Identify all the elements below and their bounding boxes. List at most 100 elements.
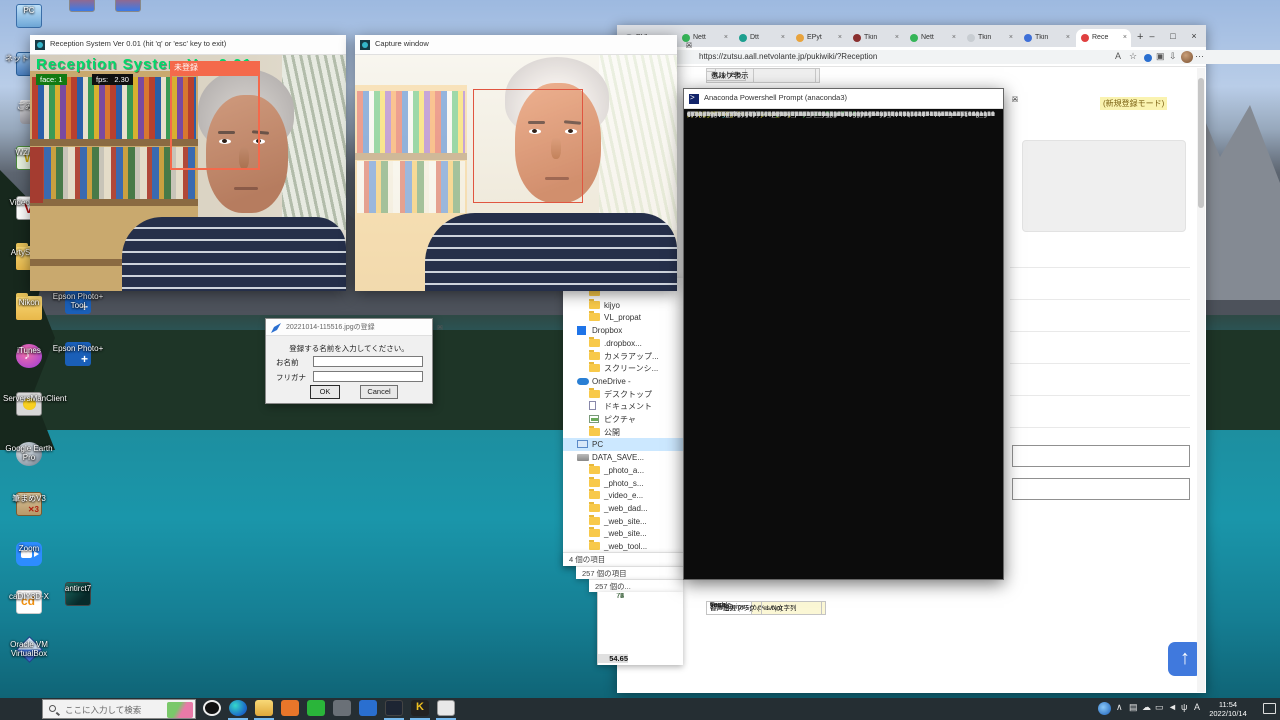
browser-tab-EPyt[interactable]: EPyt× — [791, 29, 846, 47]
browser-minimize-button[interactable]: – — [1142, 25, 1162, 47]
weather-widget-icon[interactable] — [167, 702, 193, 718]
tree-item-VL_propat[interactable]: VL_propat — [563, 311, 683, 324]
tray-edge-icon[interactable] — [1098, 702, 1111, 715]
action-center-icon[interactable] — [1263, 703, 1276, 714]
win-icon — [115, 0, 141, 12]
tree-item-ピクチャ[interactable]: ピクチャ — [563, 413, 683, 426]
form-input[interactable] — [1012, 445, 1190, 467]
tree-item-_photo_s...[interactable]: _photo_s... — [563, 477, 683, 490]
read-aloud-icon[interactable]: A — [1115, 51, 1121, 61]
browser-close-button[interactable]: × — [1184, 25, 1204, 47]
scrollbar-thumb[interactable] — [1198, 78, 1204, 208]
terminal-output[interactable]: - OpenCV version : 4.5.3- Input image : … — [687, 111, 1001, 577]
tray-cloud-icon[interactable]: ☁ — [1142, 702, 1151, 713]
tree-item-ドキュメント[interactable]: ドキュメント — [563, 400, 683, 413]
tab-close-icon[interactable]: × — [1066, 34, 1070, 41]
tree-item-kijyo[interactable]: kijyo — [563, 299, 683, 312]
explorer2-status-bar: 257 個の項目 — [576, 566, 683, 579]
cancel-button[interactable]: Cancel — [360, 385, 398, 399]
capture-window-title: Capture window — [375, 39, 429, 48]
browser-tab-Tkin[interactable]: Tkin× — [848, 29, 903, 47]
tree-item-カメラアップ...[interactable]: カメラアップ... — [563, 350, 683, 363]
tree-item-_web_dad...[interactable]: _web_dad... — [563, 502, 683, 515]
tab-favicon — [910, 34, 918, 42]
tray-pin-icon[interactable]: ▤ — [1129, 702, 1138, 713]
favorite-star-icon[interactable]: ☆ — [1129, 51, 1137, 62]
tree-item-OneDrive -[interactable]: OneDrive - — [563, 375, 683, 388]
kana-input[interactable] — [313, 371, 423, 382]
tab-favicon — [1081, 34, 1089, 42]
fold-icon — [589, 301, 600, 309]
tree-item-_web_site...[interactable]: _web_site... — [563, 527, 683, 540]
tray-display-icon[interactable]: ▭ — [1155, 702, 1164, 713]
dialog-title-bar[interactable]: 20221014-115516.jpgの登録 — [266, 319, 432, 336]
explorer3-status-bar: 257 個の... — [589, 579, 683, 592]
reception-title-bar[interactable]: Reception System Ver 0.01 (hit 'q' or 'e… — [30, 35, 346, 55]
taskbar-search[interactable]: ここに入力して検索 — [42, 699, 196, 719]
tab-label: Dtt — [750, 34, 776, 41]
tray-speaker-icon[interactable]: ◄ — [1168, 702, 1177, 712]
tab-close-icon[interactable]: × — [952, 34, 956, 41]
tree-item-PC[interactable]: PC — [563, 438, 683, 451]
tab-close-icon[interactable]: × — [895, 34, 899, 41]
name-input[interactable] — [313, 356, 423, 367]
browser-tab-Tkin[interactable]: Tkin× — [962, 29, 1017, 47]
taskbar-app-steam[interactable] — [330, 700, 354, 718]
tray-chevron-up-icon[interactable]: ∧ — [1116, 702, 1123, 713]
downloads-icon[interactable]: ⇩ — [1169, 51, 1177, 62]
capture-title-bar[interactable]: Capture window — [355, 35, 677, 55]
close-icon[interactable]: × — [1003, 89, 1027, 109]
taskbar-app-mail[interactable] — [356, 700, 380, 718]
tree-item-公開[interactable]: 公開 — [563, 426, 683, 439]
tree-item-_video_e...[interactable]: _video_e... — [563, 489, 683, 502]
browser-tab-Tkin[interactable]: Tkin× — [1019, 29, 1074, 47]
k-icon — [411, 700, 429, 716]
tree-item-.dropbox...[interactable]: .dropbox... — [563, 337, 683, 350]
fold-icon — [589, 313, 600, 321]
close-icon[interactable]: × — [432, 319, 448, 336]
desktop-icon-label: antirct7 — [52, 584, 104, 593]
tree-item-Dropbox[interactable]: Dropbox — [563, 324, 683, 337]
tray-ime-icon[interactable]: A — [1194, 702, 1200, 712]
collections-icon[interactable]: ▣ — [1156, 51, 1165, 62]
tree-item-label: _photo_s... — [604, 477, 644, 490]
close-icon[interactable]: × — [677, 35, 701, 55]
desktop-icon-label: ServersManClient — [3, 394, 55, 403]
taskbar-app-photos[interactable] — [278, 700, 302, 718]
tab-close-icon[interactable]: × — [781, 34, 785, 41]
tree-item-label: _web_dad... — [604, 502, 648, 515]
tab-close-icon[interactable]: × — [724, 34, 728, 41]
taskbar-app-k[interactable] — [408, 700, 432, 718]
terminal-title-bar[interactable]: Anaconda Powershell Prompt (anaconda3) — [684, 89, 1003, 109]
taskbar-app-winapp[interactable] — [434, 700, 458, 718]
pic-icon — [589, 415, 599, 423]
browser-tab-Dtt[interactable]: Dtt × — [734, 29, 789, 47]
tab-close-icon[interactable]: × — [1123, 34, 1127, 41]
start-button[interactable] — [0, 698, 40, 720]
taskbar-app-edge[interactable] — [226, 700, 250, 718]
browser-maximize-button[interactable]: □ — [1163, 25, 1183, 47]
search-placeholder: ここに入力して検索 — [65, 704, 141, 716]
form-input[interactable] — [1012, 478, 1190, 500]
page-scrollbar[interactable] — [1197, 68, 1205, 692]
tree-item-_web_site...[interactable]: _web_site... — [563, 515, 683, 528]
tab-close-icon[interactable]: × — [838, 34, 842, 41]
taskbar-app-line[interactable] — [304, 700, 328, 718]
tree-item-スクリーンシ...[interactable]: スクリーンシ... — [563, 362, 683, 375]
tree-item-デスクトップ[interactable]: デスクトップ — [563, 388, 683, 401]
more-menu-icon[interactable]: ⋯ — [1195, 51, 1204, 62]
tree-item-_photo_a...[interactable]: _photo_a... — [563, 464, 683, 477]
taskbar-app-exp[interactable] — [252, 700, 276, 718]
tab-close-icon[interactable]: × — [1009, 34, 1013, 41]
tray-usb-icon[interactable]: ψ — [1181, 702, 1187, 712]
profile-avatar[interactable] — [1181, 51, 1193, 63]
browser-tab-Nett[interactable]: Nett× — [905, 29, 960, 47]
browser-tab-Rece[interactable]: Rece × — [1076, 29, 1131, 47]
tab-label: Rece — [1092, 34, 1118, 41]
taskbar-app-opera[interactable] — [200, 700, 224, 718]
extension-icon[interactable] — [1144, 54, 1152, 62]
taskbar-clock[interactable]: 11:54 2022/10/14 — [1202, 700, 1254, 718]
taskbar-app-term[interactable] — [382, 700, 406, 718]
ok-button[interactable]: OK — [310, 385, 340, 399]
tree-item-DATA_SAVE...[interactable]: DATA_SAVE... — [563, 451, 683, 464]
